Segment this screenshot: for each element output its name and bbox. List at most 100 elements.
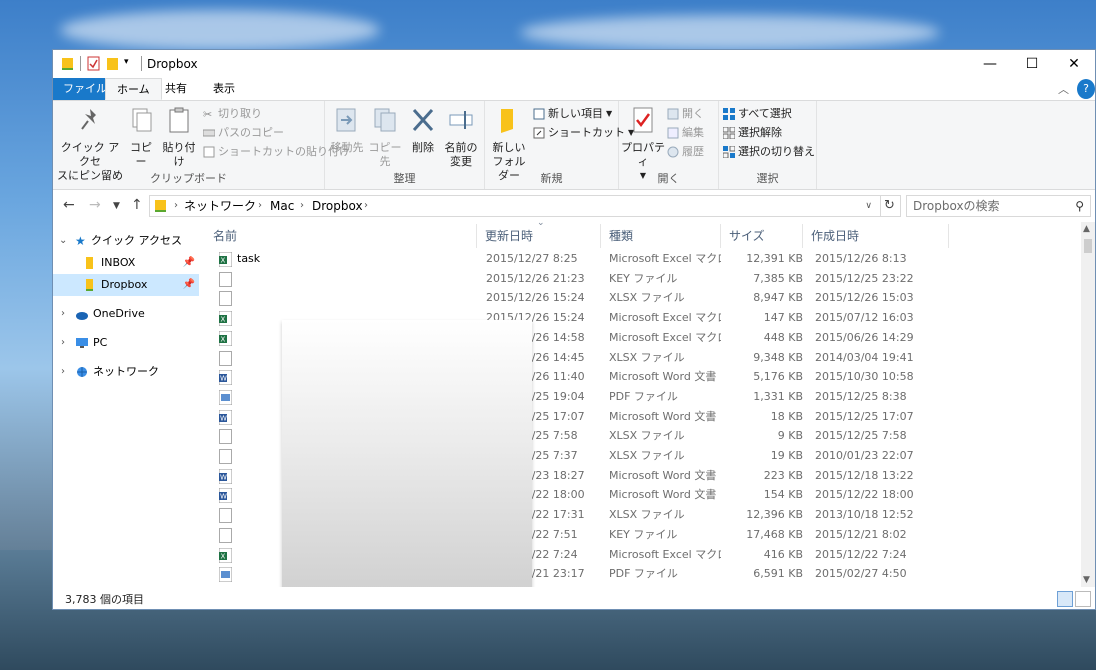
pin-icon[interactable]: 📌: [183, 252, 195, 274]
file-size: 12,391 KB: [746, 252, 803, 265]
breadcrumb-mac[interactable]: Mac: [270, 196, 294, 216]
file-created: 2015/12/21 8:02: [815, 527, 907, 541]
svg-text:W: W: [220, 493, 227, 501]
new-folder-icon[interactable]: [106, 56, 119, 71]
address-bar[interactable]: › ネットワーク › Mac › Dropbox › ∨: [149, 195, 881, 217]
copy-to-button[interactable]: コピー先: [367, 103, 403, 169]
nav-network[interactable]: › ネットワーク: [53, 361, 199, 383]
table-row[interactable]: 2015/12/26 15:24 XLSX ファイル 8,947 KB 2015/12…: [213, 288, 1083, 308]
scrollbar-thumb[interactable]: [1084, 239, 1092, 253]
nav-label: INBOX: [101, 256, 136, 269]
breadcrumb-dropbox[interactable]: Dropbox: [312, 196, 363, 216]
customize-toolbar-icon[interactable]: ▾: [124, 57, 129, 67]
breadcrumb-chevron-icon[interactable]: ›: [258, 196, 262, 216]
cloud-icon: [76, 312, 88, 320]
select-all-button[interactable]: すべて選択: [723, 106, 792, 122]
select-none-icon: [723, 127, 735, 139]
close-button[interactable]: ✕: [1053, 50, 1095, 78]
edit-button[interactable]: 編集: [667, 125, 704, 141]
large-icons-view-icon[interactable]: [1075, 591, 1091, 607]
scroll-down-icon[interactable]: ▼: [1083, 575, 1090, 585]
invert-selection-button[interactable]: 選択の切り替え: [723, 144, 815, 160]
help-icon[interactable]: ?: [1077, 79, 1095, 99]
file-created: 2015/12/22 7:24: [815, 547, 907, 561]
tab-share[interactable]: 共有: [154, 78, 198, 100]
svg-text:X: X: [221, 257, 226, 265]
separator: [80, 56, 81, 71]
forward-arrow-icon[interactable]: →: [89, 197, 101, 213]
svg-text:X: X: [221, 335, 226, 343]
copy-to-icon: [374, 108, 396, 132]
scroll-up-icon[interactable]: ▲: [1083, 224, 1090, 234]
breadcrumb-chevron-icon[interactable]: ›: [174, 196, 178, 216]
maximize-button[interactable]: ☐: [1011, 50, 1053, 78]
open-button[interactable]: 開く: [667, 106, 704, 122]
copy-button[interactable]: コピー: [125, 103, 157, 169]
ribbon-tabs: ファイル ホーム 共有 表示 ︿ ?: [53, 78, 1095, 100]
navigation-bar: ← → ▼ ↑ › ネットワーク › Mac › Dropbox › ∨ ↻ D…: [53, 190, 1095, 223]
pin-icon[interactable]: 📌: [183, 274, 195, 296]
column-header-size[interactable]: サイズ: [721, 224, 803, 248]
file-size: 9,348 KB: [753, 350, 803, 364]
nav-inbox[interactable]: INBOX 📌: [53, 252, 199, 274]
tab-view[interactable]: 表示: [202, 78, 246, 100]
up-arrow-icon[interactable]: ↑: [131, 197, 143, 213]
breadcrumb-chevron-icon[interactable]: ›: [300, 196, 304, 216]
back-arrow-icon[interactable]: ←: [63, 197, 75, 213]
cut-button[interactable]: ✂ 切り取り: [203, 106, 262, 122]
breadcrumb-network[interactable]: ネットワーク: [184, 196, 256, 216]
chevron-down-icon[interactable]: ⌄: [59, 230, 67, 252]
new-folder-label-line1: 新しい: [492, 141, 526, 154]
properties-icon[interactable]: [87, 56, 100, 71]
move-to-button[interactable]: 移動先: [329, 103, 365, 155]
address-dropdown-icon[interactable]: ∨: [865, 196, 872, 216]
table-row[interactable]: Xtask 2015/12/27 8:25 Microsoft Excel マクロ.…: [213, 249, 1083, 269]
desktop-cloud: [520, 15, 940, 50]
details-view-icon[interactable]: [1057, 591, 1073, 607]
nav-dropbox[interactable]: Dropbox 📌: [53, 274, 199, 296]
file-size: 448 KB: [763, 330, 803, 344]
nav-quick-access[interactable]: ⌄ ★ クイック アクセス: [53, 230, 199, 252]
nav-pc[interactable]: › PC: [53, 332, 199, 354]
ribbon: クイック アクセ スにピン留め コピー 貼り付け ✂ 切り取り パスのコピー シ…: [53, 100, 1095, 190]
file-type: PDF ファイル: [609, 567, 678, 581]
chevron-right-icon[interactable]: ›: [61, 361, 65, 383]
search-input[interactable]: Dropboxの検索 ⚲: [906, 195, 1091, 217]
dropbox-folder-icon: [86, 279, 93, 291]
generic-file-icon: [219, 508, 232, 524]
svg-text:X: X: [221, 316, 226, 324]
copy-path-button[interactable]: パスのコピー: [203, 125, 284, 141]
column-header-name[interactable]: 名前: [205, 224, 477, 248]
paste-button[interactable]: 貼り付け: [159, 103, 199, 169]
search-icon[interactable]: ⚲: [1075, 196, 1084, 216]
refresh-button[interactable]: ↻: [879, 195, 901, 217]
copy-to-label: コピー先: [368, 141, 402, 168]
new-item-button[interactable]: 新しい項目 ▼: [533, 106, 612, 122]
chevron-right-icon[interactable]: ›: [61, 303, 65, 325]
table-row[interactable]: 2015/12/26 21:23 KEY ファイル 7,385 KB 2015/12/…: [213, 269, 1083, 289]
file-created: 2015/12/18 13:22: [815, 468, 914, 482]
pdf-file-icon: [218, 566, 233, 583]
file-created: 2015/07/12 16:03: [815, 311, 914, 325]
history-button[interactable]: 履歴: [667, 144, 704, 160]
separator: [141, 56, 142, 71]
column-header-type[interactable]: 種類: [601, 224, 721, 248]
chevron-right-icon[interactable]: ›: [61, 332, 65, 354]
collapse-ribbon-icon[interactable]: ︿: [1058, 81, 1069, 97]
recent-locations-icon[interactable]: ▼: [113, 201, 120, 211]
breadcrumb-chevron-icon[interactable]: ›: [364, 196, 368, 216]
select-none-button[interactable]: 選択解除: [723, 125, 782, 141]
select-all-icon: [723, 108, 735, 120]
delete-button[interactable]: 削除: [407, 103, 439, 155]
rename-button[interactable]: 名前の 変更: [441, 103, 481, 169]
select-all-label: すべて選択: [738, 107, 792, 120]
vertical-scrollbar[interactable]: ▲ ▼: [1081, 222, 1095, 587]
nav-onedrive[interactable]: › OneDrive: [53, 303, 199, 325]
file-size: 12,396 KB: [746, 508, 803, 522]
file-modified: 2015/12/26 21:23: [486, 271, 585, 285]
file-size: 9 KB: [777, 429, 803, 443]
paste-icon: [169, 107, 189, 133]
column-header-created[interactable]: 作成日時: [803, 224, 949, 248]
file-created: 2010/01/23 22:07: [815, 449, 914, 462]
minimize-button[interactable]: —: [969, 50, 1011, 78]
